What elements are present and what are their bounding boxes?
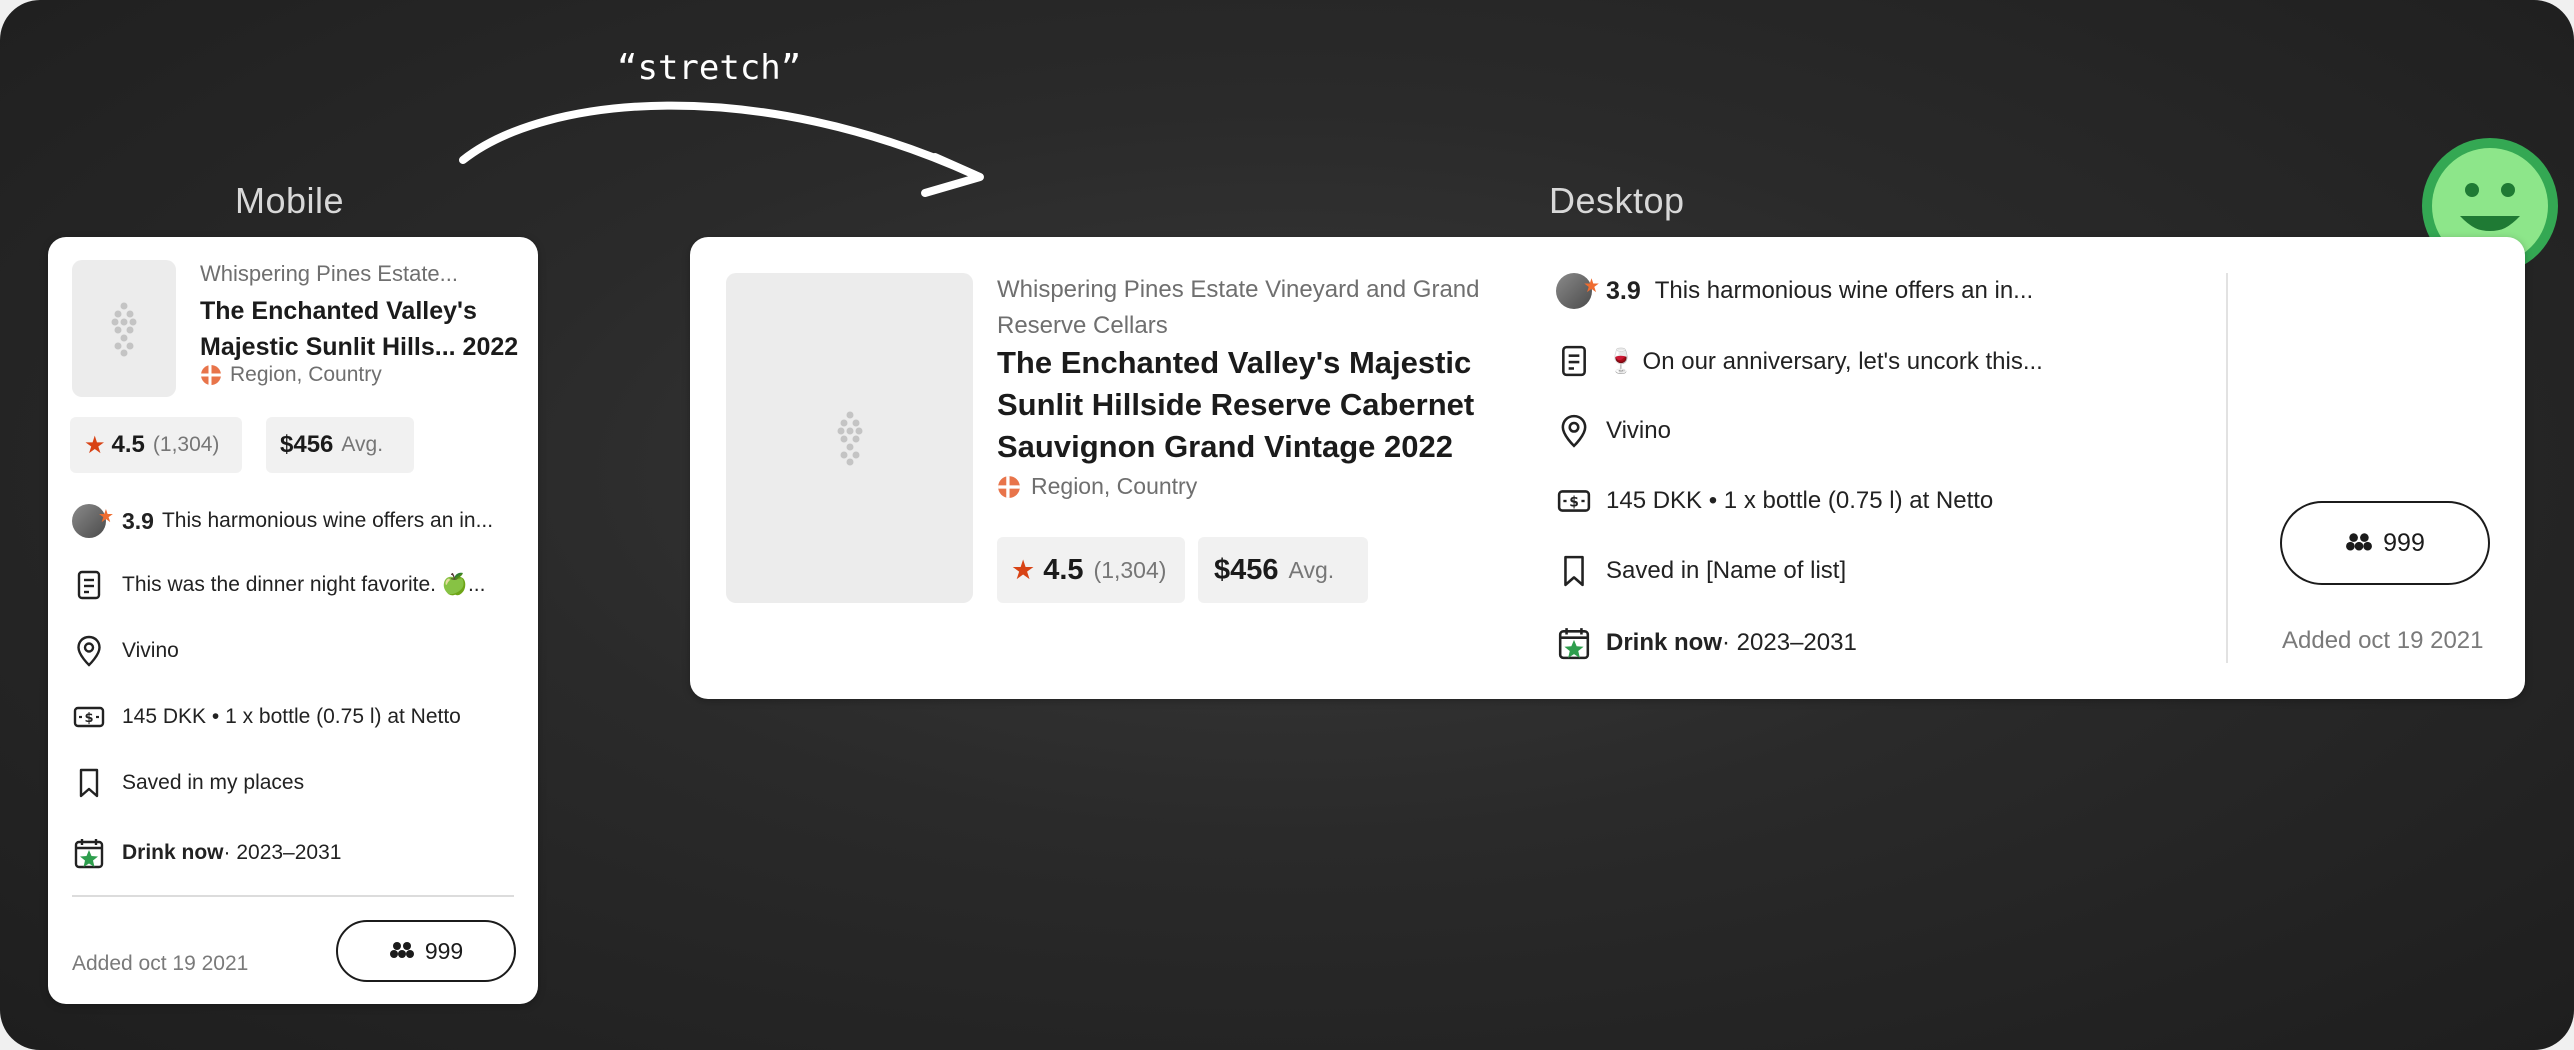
winery-line: Whispering Pines Estate Vineyard and Gra… (997, 276, 1480, 303)
saved-row[interactable]: Saved in my places (72, 763, 304, 803)
added-date: Added oct 19 2021 (2282, 627, 2484, 654)
drink-window-row[interactable]: Drink now · 2023–2031 (1556, 623, 1857, 663)
wine-name-line: Majestic Sunlit Hills... 2022 (200, 333, 519, 361)
rating-pill[interactable]: ★ 4.5 (1,304) (997, 537, 1185, 603)
review-score: 3.9 (1606, 276, 1641, 305)
review-row[interactable]: ★ 3.9 This harmonious wine offers an in.… (1556, 271, 2033, 311)
wine-name-line: The Enchanted Valley's (200, 297, 477, 325)
rating-value: 4.5 (1043, 553, 1084, 586)
note-icon (1556, 345, 1592, 377)
grapes-icon (111, 302, 137, 356)
location-pin-icon (1556, 414, 1592, 448)
note-row[interactable]: This was the dinner night favorite. 🍏... (72, 565, 485, 605)
friends-button[interactable]: 999 (336, 920, 516, 982)
drink-label: Drink now (122, 841, 224, 864)
rating-count: (1,304) (152, 433, 220, 456)
price-pill[interactable]: $456 Avg. (1198, 537, 1368, 603)
arrow-icon (459, 101, 984, 197)
bookmark-icon (72, 768, 106, 798)
note-text: 🍷 On our anniversary, let's uncork this.… (1606, 347, 2043, 375)
saved-text: Saved in [Name of list] (1606, 557, 1847, 584)
desktop-wine-card[interactable]: Whispering Pines Estate Vineyard and Gra… (690, 237, 2525, 699)
purchase-row[interactable]: $ 145 DKK • 1 x bottle (0.75 l) at Netto (72, 697, 461, 737)
location-text: Vivino (1606, 417, 1671, 444)
calendar-star-icon (72, 837, 106, 869)
price-suffix: Avg. (341, 433, 384, 456)
wine-name[interactable]: The Enchanted Valley's Majestic Sunlit H… (997, 342, 1474, 468)
price-value: $456 (280, 431, 334, 458)
star-icon: ★ (84, 431, 106, 459)
friends-count: 999 (2383, 528, 2425, 557)
note-icon (72, 570, 106, 600)
region[interactable]: Region, Country (200, 363, 382, 387)
winery-line: Reserve Cellars (997, 312, 1168, 339)
review-text: This harmonious wine offers an in... (161, 509, 494, 532)
calendar-star-icon (1556, 626, 1592, 660)
friends-button[interactable]: 999 (2280, 501, 2490, 585)
friends-icon (389, 942, 414, 958)
region-flag-icon (201, 365, 221, 385)
drink-years: · 2023–2031 (1722, 629, 1857, 656)
avatar: ★ (1556, 273, 1600, 309)
purchase-text: 145 DKK • 1 x bottle (0.75 l) at Netto (122, 705, 461, 728)
review-row[interactable]: ★ 3.9 This harmonious wine offers an in.… (72, 501, 493, 541)
rating-value: 4.5 (111, 431, 145, 458)
wine-name[interactable]: The Enchanted Valley's Majestic Sunlit H… (200, 293, 518, 365)
rating-pill[interactable]: ★ 4.5 (1,304) (70, 417, 242, 473)
wine-thumbnail (726, 273, 973, 603)
region-label: Region, Country (230, 363, 382, 386)
wine-thumbnail (72, 260, 176, 397)
winery-name[interactable]: Whispering Pines Estate Vineyard and Gra… (997, 272, 1480, 344)
saved-row[interactable]: Saved in [Name of list] (1556, 551, 1846, 591)
friends-icon (2346, 533, 2373, 551)
location-row[interactable]: Vivino (72, 631, 179, 671)
divider (72, 895, 514, 897)
price-value: $456 (1214, 553, 1279, 586)
purchase-row[interactable]: $ 145 DKK • 1 x bottle (0.75 l) at Netto (1556, 481, 1993, 521)
location-text: Vivino (122, 639, 179, 662)
saved-text: Saved in my places (122, 771, 305, 794)
stretch-annotation: “stretch” (617, 48, 802, 88)
heading-mobile: Mobile (235, 180, 345, 221)
drink-years: · 2023–2031 (223, 841, 342, 864)
purchase-text: 145 DKK • 1 x bottle (0.75 l) at Netto (1606, 487, 1994, 514)
added-date: Added oct 19 2021 (72, 952, 249, 975)
avatar: ★ (72, 504, 114, 538)
drink-label: Drink now (1606, 629, 1723, 656)
region-flag-icon (998, 475, 1020, 498)
location-pin-icon (72, 635, 106, 667)
wine-name-line: Sunlit Hillside Reserve Cabernet (997, 387, 1475, 422)
heading-desktop: Desktop (1549, 180, 1685, 221)
wine-name-line: The Enchanted Valley's Majestic (997, 345, 1472, 380)
region-label: Region, Country (1031, 473, 1198, 499)
location-row[interactable]: Vivino (1556, 411, 1671, 451)
money-icon: $ (1556, 488, 1592, 514)
review-score: 3.9 (122, 507, 154, 534)
drink-window-row[interactable]: Drink now · 2023–2031 (72, 833, 341, 873)
wine-name-line: Sauvignon Grand Vintage 2022 (997, 429, 1453, 464)
star-icon: ★ (1011, 554, 1036, 585)
review-text: This harmonious wine offers an in... (1654, 277, 2034, 304)
rating-count: (1,304) (1093, 556, 1167, 583)
svg-text:$: $ (1569, 494, 1579, 510)
note-text: This was the dinner night favorite. 🍏... (122, 573, 486, 596)
mobile-wine-card[interactable]: Whispering Pines Estate... The Enchanted… (48, 237, 538, 1004)
bookmark-icon (1556, 555, 1592, 587)
winery-name[interactable]: Whispering Pines Estate... (200, 261, 458, 287)
friends-count: 999 (424, 937, 464, 964)
region[interactable]: Region, Country (997, 473, 1197, 500)
grapes-icon (837, 411, 862, 466)
price-pill[interactable]: $456 Avg. (266, 417, 414, 473)
money-icon: $ (72, 705, 106, 729)
svg-text:$: $ (84, 711, 93, 726)
price-suffix: Avg. (1288, 556, 1335, 583)
vertical-divider (2226, 273, 2228, 663)
note-row[interactable]: 🍷 On our anniversary, let's uncork this.… (1556, 341, 2043, 381)
canvas: “stretch” Mobile Desktop Whispering Pine… (0, 0, 2574, 1050)
